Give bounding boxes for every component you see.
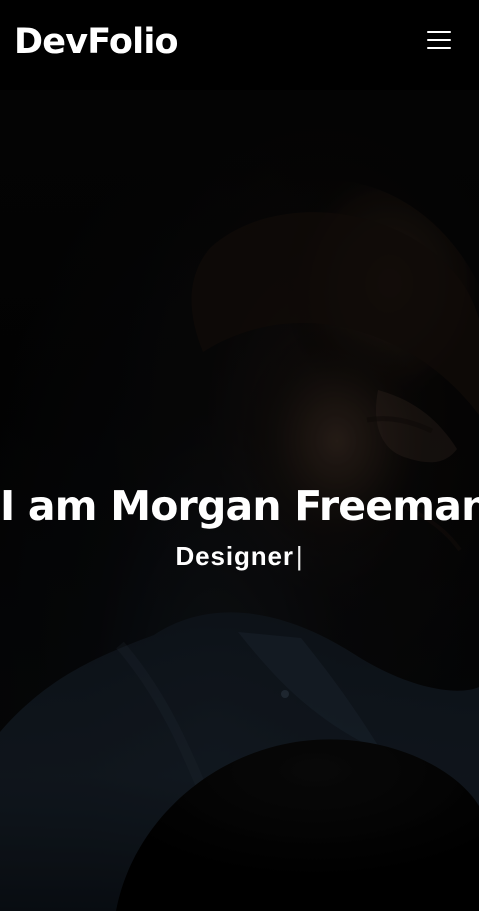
- top-navigation-bar: DevFolio: [0, 0, 479, 90]
- hamburger-line-top-icon: [427, 31, 451, 33]
- hamburger-menu-button[interactable]: [423, 24, 455, 56]
- page: DevFolio I am Morgan Freeman Designer|: [0, 0, 479, 911]
- brand-logo-link[interactable]: DevFolio: [14, 22, 179, 62]
- hero-typed-role: Designer|: [0, 540, 479, 572]
- typing-cursor: |: [295, 541, 304, 571]
- typed-role-text: Designer: [175, 541, 294, 571]
- hero-section: I am Morgan Freeman Designer|: [0, 90, 479, 911]
- hamburger-line-bottom-icon: [427, 47, 451, 49]
- hero-title: I am Morgan Freeman: [0, 482, 479, 530]
- hamburger-line-middle-icon: [427, 39, 451, 41]
